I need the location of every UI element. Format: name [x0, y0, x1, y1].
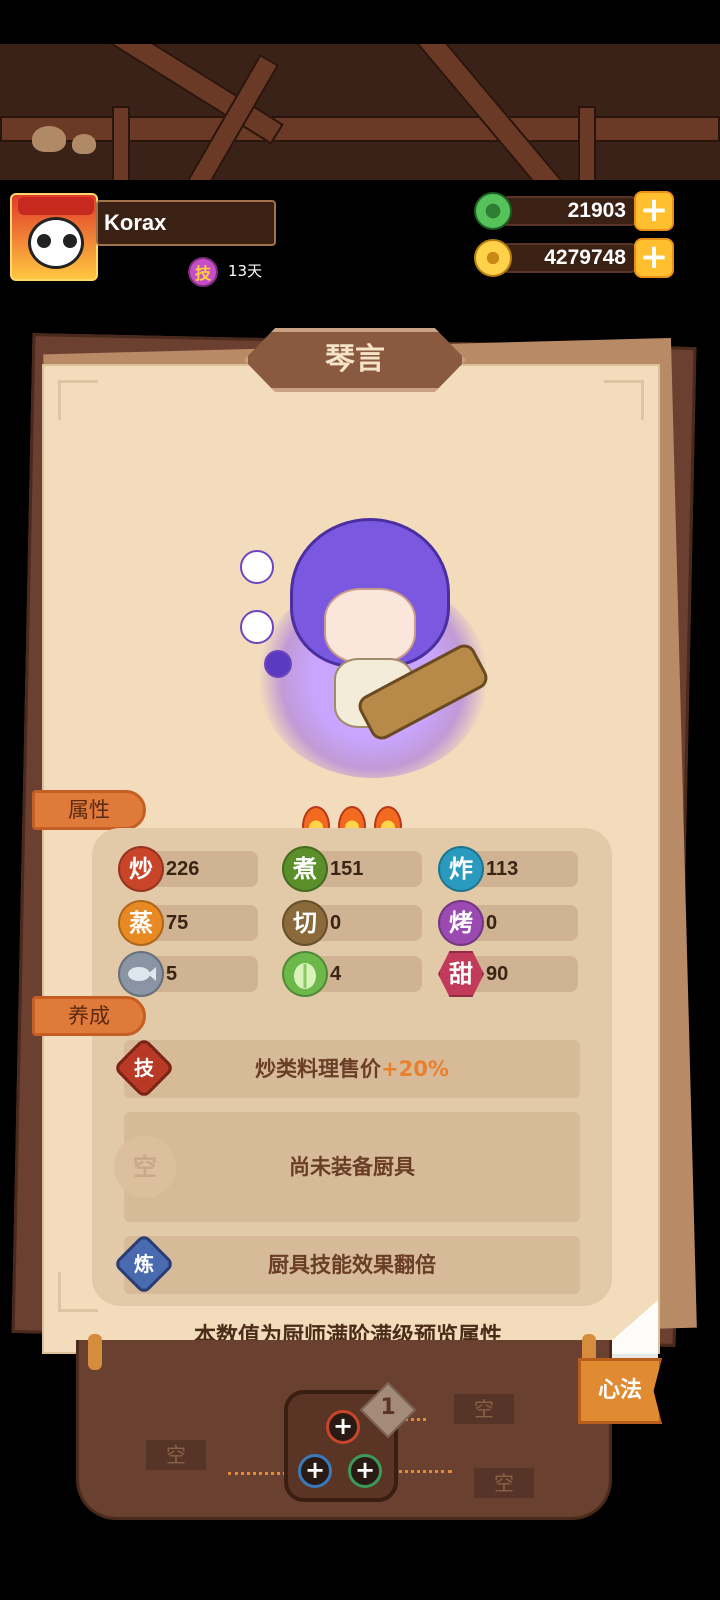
- equipment-slot-icon[interactable]: 空: [114, 1136, 176, 1198]
- attributes-tab: 属性: [32, 790, 146, 830]
- roof-post: [112, 106, 130, 180]
- empty-slot[interactable]: 空: [146, 1440, 206, 1470]
- skill-badge-icon[interactable]: 技: [188, 257, 218, 287]
- equipment-empty-text: 尚未装备厨具: [289, 1155, 415, 1179]
- moon-orb-icon: [240, 550, 274, 584]
- path-dots: [228, 1472, 292, 1475]
- avatar-face: [28, 217, 84, 269]
- chef-portrait[interactable]: [238, 518, 508, 778]
- skill-icon[interactable]: 技: [112, 1036, 176, 1100]
- player-name: Korax: [96, 200, 276, 246]
- node-plus-icon[interactable]: +: [348, 1454, 382, 1488]
- stat-value: 0: [330, 912, 342, 934]
- jade-amount: 21903: [494, 196, 644, 226]
- roof-background: [0, 44, 720, 180]
- currency-coin: 4279748 +: [474, 238, 674, 278]
- avatar-eye: [63, 234, 77, 248]
- skill-icon-glyph: 技: [134, 1056, 154, 1080]
- currency-jade: 21903 +: [474, 191, 674, 231]
- cabbage-icon: [282, 951, 328, 997]
- roof-beam: [0, 116, 720, 142]
- equipment-slot-glyph: 空: [133, 1153, 157, 1181]
- boil-icon: 煮: [282, 846, 328, 892]
- stat-steam: 蒸 75: [118, 900, 258, 946]
- bird-decoration: [32, 126, 66, 152]
- stat-deep-fry: 炸 113: [438, 846, 578, 892]
- stat-value: 90: [486, 963, 509, 985]
- player-avatar[interactable]: [10, 193, 98, 281]
- avatar-eye: [37, 234, 51, 248]
- xinfa-button[interactable]: 心法: [578, 1358, 662, 1424]
- stat-value: 113: [486, 858, 519, 880]
- skill-row: 炒类料理售价+20%: [124, 1040, 580, 1098]
- add-jade-button[interactable]: +: [634, 191, 674, 231]
- bird-decoration: [72, 134, 96, 154]
- chef-name-title: 琴言: [244, 328, 466, 392]
- empty-slot[interactable]: 空: [454, 1394, 514, 1424]
- roast-icon: 烤: [438, 900, 484, 946]
- coin-icon: [474, 239, 512, 277]
- stat-fish: 5: [118, 951, 258, 997]
- stat-value: 0: [486, 912, 498, 934]
- stat-vegetable: 4: [282, 951, 422, 997]
- deep-fry-icon: 炸: [438, 846, 484, 892]
- level-number: 1: [380, 1395, 396, 1420]
- days-label: 13天: [228, 262, 263, 280]
- skill-bonus: +20%: [381, 1057, 449, 1081]
- stat-roast: 烤 0: [438, 900, 578, 946]
- stat-boil: 煮 151: [282, 846, 422, 892]
- empty-slot[interactable]: 空: [474, 1468, 534, 1498]
- add-coin-button[interactable]: +: [634, 238, 674, 278]
- skill-description: 炒类料理售价: [255, 1057, 382, 1081]
- node-plus-icon[interactable]: +: [326, 1410, 360, 1444]
- moon-orb-icon: [264, 650, 292, 678]
- coin-amount: 4279748: [494, 243, 644, 273]
- equipment-row[interactable]: 尚未装备厨具: [124, 1112, 580, 1222]
- stat-value: 226: [166, 858, 200, 880]
- stat-value: 151: [330, 858, 364, 880]
- stir-fry-icon: 炒: [118, 846, 164, 892]
- corner-ornament: [604, 380, 644, 420]
- jade-icon: [474, 192, 512, 230]
- cut-icon: 切: [282, 900, 328, 946]
- stat-value: 75: [166, 912, 189, 934]
- fish-icon: [118, 951, 164, 997]
- node-plus-icon[interactable]: +: [298, 1454, 332, 1488]
- moon-orb-icon: [240, 610, 274, 644]
- chef-face: [324, 588, 416, 664]
- roof-beam: [410, 44, 577, 180]
- cultivation-tab: 养成: [32, 996, 146, 1036]
- corner-ornament: [58, 380, 98, 420]
- stat-sweet: 甜 90: [438, 951, 578, 997]
- refine-icon[interactable]: 炼: [112, 1232, 176, 1296]
- avatar-hat: [18, 197, 94, 215]
- stat-value: 5: [166, 963, 178, 985]
- stat-value: 4: [330, 963, 342, 985]
- refine-icon-glyph: 炼: [134, 1252, 154, 1276]
- roof-post: [578, 106, 596, 180]
- refine-description: 厨具技能效果翻倍: [268, 1253, 436, 1277]
- stat-stir-fry: 炒 226: [118, 846, 258, 892]
- stat-cut: 切 0: [282, 900, 422, 946]
- scroll-rod: [88, 1334, 102, 1370]
- steam-icon: 蒸: [118, 900, 164, 946]
- refine-row: 厨具技能效果翻倍: [124, 1236, 580, 1294]
